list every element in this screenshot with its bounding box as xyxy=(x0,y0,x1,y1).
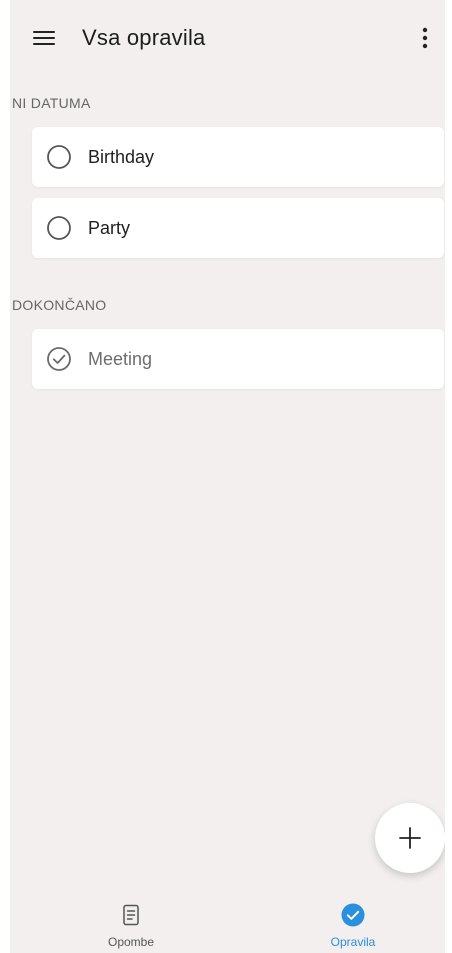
app-screen: Vsa opravila NI DATUMA Birthday Party DO… xyxy=(10,0,445,953)
nav-tab-notes[interactable]: Opombe xyxy=(71,899,191,949)
nav-tab-label: Opombe xyxy=(107,935,155,949)
notes-icon xyxy=(123,904,139,926)
more-options-button[interactable] xyxy=(411,22,439,54)
task-label: Party xyxy=(88,218,131,238)
task-item-birthday[interactable]: Birthday xyxy=(32,127,444,187)
top-app-bar: Vsa opravila xyxy=(10,12,445,64)
nav-tab-tasks[interactable]: Opravila xyxy=(293,899,413,949)
nav-tab-label: Opravila xyxy=(330,935,376,949)
more-vert-icon xyxy=(422,27,428,49)
add-task-button[interactable] xyxy=(375,803,445,873)
checkbox-circle-icon[interactable] xyxy=(46,215,72,241)
section-header-completed: DOKONČANO xyxy=(12,297,107,313)
menu-button[interactable] xyxy=(30,24,58,52)
check-circle-icon xyxy=(341,903,365,927)
plus-icon xyxy=(399,827,421,849)
task-item-party[interactable]: Party xyxy=(32,198,444,258)
bottom-navigation: Opombe Opravila xyxy=(10,893,445,953)
task-item-meeting[interactable]: Meeting xyxy=(32,329,444,389)
page-title: Vsa opravila xyxy=(82,25,206,50)
hamburger-menu-icon xyxy=(33,31,55,45)
section-header-no-date: NI DATUMA xyxy=(12,95,91,111)
checked-circle-icon[interactable] xyxy=(46,346,72,372)
checkbox-circle-icon[interactable] xyxy=(46,144,72,170)
task-label: Meeting xyxy=(88,349,153,369)
task-label: Birthday xyxy=(88,147,155,167)
